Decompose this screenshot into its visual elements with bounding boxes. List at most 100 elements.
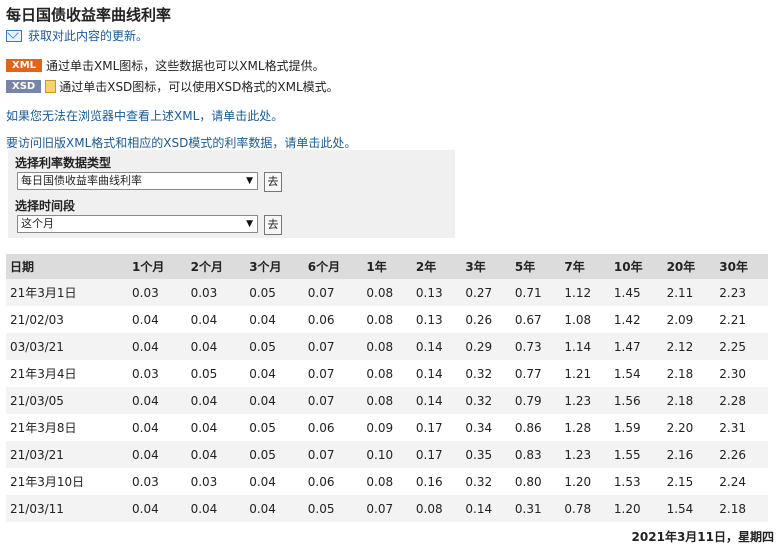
period-selected: 这个月 (21, 217, 54, 230)
subscribe-link[interactable]: 获取对此内容的更新。 (28, 27, 148, 44)
rate-cell: 1.59 (609, 414, 663, 441)
xml-icon[interactable]: XML (6, 59, 43, 72)
rate-cell: 0.29 (461, 333, 511, 360)
rate-cell: 0.31 (510, 495, 561, 522)
column-header: 30年 (715, 254, 768, 279)
page-title: 每日国债收益率曲线利率 (6, 6, 172, 24)
rate-type-go-button[interactable]: 去 (264, 172, 282, 192)
rate-cell: 1.53 (609, 468, 663, 495)
rate-cell: 1.14 (560, 333, 610, 360)
yield-curve-table: 日期 1个月 2个月 3个月 6个月 1年 2年 3年 5年 7年 10年 20… (6, 254, 768, 522)
column-header: 2年 (411, 254, 462, 279)
rate-cell: 2.15 (662, 468, 716, 495)
rate-cell: 0.04 (128, 333, 187, 360)
rate-cell: 0.27 (461, 279, 511, 306)
column-header: 3个月 (245, 254, 304, 279)
period-select[interactable]: 这个月 ▼ (17, 215, 258, 233)
table-row: 03/03/21 0.04 0.04 0.05 0.07 0.08 0.14 0.29 0.73… (6, 333, 768, 360)
rate-cell: 0.03 (186, 468, 246, 495)
rate-type-label: 选择利率数据类型 (15, 156, 112, 170)
table-row: 21年3月1日 0.03 0.03 0.05 0.07 0.08 0.13 0.27 0.71 1… (6, 279, 768, 306)
rate-cell: 0.04 (186, 306, 246, 333)
rate-cell: 1.42 (609, 306, 663, 333)
rate-cell: 1.23 (560, 441, 610, 468)
rate-filter-panel: 选择利率数据类型 每日国债收益率曲线利率 ▼ 去 选择时间段 这个月 ▼ 去 (8, 150, 455, 238)
rate-cell: 0.14 (411, 360, 462, 387)
rate-cell: 0.26 (461, 306, 511, 333)
rate-cell: 0.04 (245, 387, 304, 414)
rate-cell: 1.54 (609, 360, 663, 387)
rate-cell: 0.17 (411, 441, 462, 468)
column-header: 6个月 (303, 254, 363, 279)
rate-cell: 0.32 (461, 360, 511, 387)
table-row: 21/03/11 0.04 0.04 0.04 0.05 0.07 0.08 0.14 0.31… (6, 495, 768, 522)
rate-cell: 0.04 (186, 414, 246, 441)
rate-cell: 0.78 (560, 495, 610, 522)
xml-info-text: 通过单击XML图标，这些数据也可以XML格式提供。 (46, 59, 325, 73)
rate-type-selected: 每日国债收益率曲线利率 (21, 174, 142, 187)
rate-cell: 0.83 (510, 441, 561, 468)
rate-cell: 0.07 (362, 495, 412, 522)
rate-cell: 1.47 (609, 333, 663, 360)
rate-cell: 0.14 (411, 333, 462, 360)
table-body: 21年3月1日 0.03 0.03 0.05 0.07 0.08 0.13 0.27 0.71 1… (6, 279, 768, 522)
date-cell: 21/03/21 (6, 441, 128, 468)
column-header: 10年 (609, 254, 663, 279)
rate-cell: 0.05 (303, 495, 363, 522)
rate-cell: 0.13 (411, 279, 462, 306)
rate-cell: 0.06 (303, 414, 363, 441)
rate-cell: 0.14 (461, 495, 511, 522)
date-cell: 21年3月1日 (6, 279, 128, 306)
rate-cell: 0.07 (303, 387, 363, 414)
column-header: 5年 (510, 254, 561, 279)
chevron-down-icon: ▼ (246, 176, 253, 186)
rate-cell: 2.28 (715, 387, 768, 414)
rate-cell: 0.03 (186, 279, 246, 306)
rate-cell: 2.12 (662, 333, 716, 360)
rate-cell: 0.04 (128, 387, 187, 414)
rate-cell: 2.30 (715, 360, 768, 387)
column-header: 7年 (560, 254, 610, 279)
rate-type-select[interactable]: 每日国债收益率曲线利率 ▼ (17, 172, 258, 190)
rate-cell: 0.08 (362, 306, 412, 333)
column-header: 20年 (662, 254, 716, 279)
rate-cell: 0.73 (510, 333, 561, 360)
rate-cell: 0.03 (128, 360, 187, 387)
mail-icon[interactable] (6, 29, 22, 42)
rate-cell: 0.09 (362, 414, 412, 441)
date-cell: 21年3月4日 (6, 360, 128, 387)
date-cell: 21/03/05 (6, 387, 128, 414)
xsd-icon[interactable]: XSD (6, 80, 42, 93)
table-row: 21/02/03 0.04 0.04 0.04 0.06 0.08 0.13 0.26 0.67… (6, 306, 768, 333)
period-go-button[interactable]: 去 (264, 215, 282, 235)
rate-cell: 0.03 (128, 468, 187, 495)
table-row: 21/03/05 0.04 0.04 0.04 0.07 0.08 0.14 0.32 0.79… (6, 387, 768, 414)
rate-cell: 0.04 (128, 441, 187, 468)
rate-cell: 2.20 (662, 414, 716, 441)
xml-info-row: XML 通过单击XML图标，这些数据也可以XML格式提供。 (6, 57, 325, 74)
rate-cell: 0.71 (510, 279, 561, 306)
rate-cell: 0.07 (303, 360, 363, 387)
rate-cell: 0.04 (245, 306, 304, 333)
legacy-xml-link[interactable]: 要访问旧版XML格式和相应的XSD模式的利率数据，请单击此处。 (6, 134, 356, 151)
rate-cell: 2.18 (662, 387, 716, 414)
table-row: 21年3月8日 0.04 0.04 0.05 0.06 0.09 0.17 0.34 0.86 1… (6, 414, 768, 441)
rate-cell: 2.18 (715, 495, 768, 522)
rate-cell: 0.04 (245, 360, 304, 387)
rate-cell: 0.06 (303, 468, 363, 495)
table-row: 21年3月10日 0.03 0.03 0.04 0.06 0.08 0.16 0.32 0.80… (6, 468, 768, 495)
table-row: 21/03/21 0.04 0.04 0.05 0.07 0.10 0.17 0.35 0.83… (6, 441, 768, 468)
rate-cell: 1.08 (560, 306, 610, 333)
rate-cell: 0.17 (411, 414, 462, 441)
rate-cell: 1.21 (560, 360, 610, 387)
column-header: 3年 (461, 254, 511, 279)
rate-cell: 0.32 (461, 468, 511, 495)
chevron-down-icon: ▼ (246, 219, 253, 229)
rate-cell: 0.04 (128, 414, 187, 441)
rate-cell: 0.10 (362, 441, 412, 468)
browser-help-link[interactable]: 如果您无法在浏览器中查看上述XML，请单击此处。 (6, 107, 283, 124)
rate-cell: 0.67 (510, 306, 561, 333)
rate-cell: 0.04 (186, 333, 246, 360)
rate-cell: 0.08 (411, 495, 462, 522)
rate-cell: 2.31 (715, 414, 768, 441)
